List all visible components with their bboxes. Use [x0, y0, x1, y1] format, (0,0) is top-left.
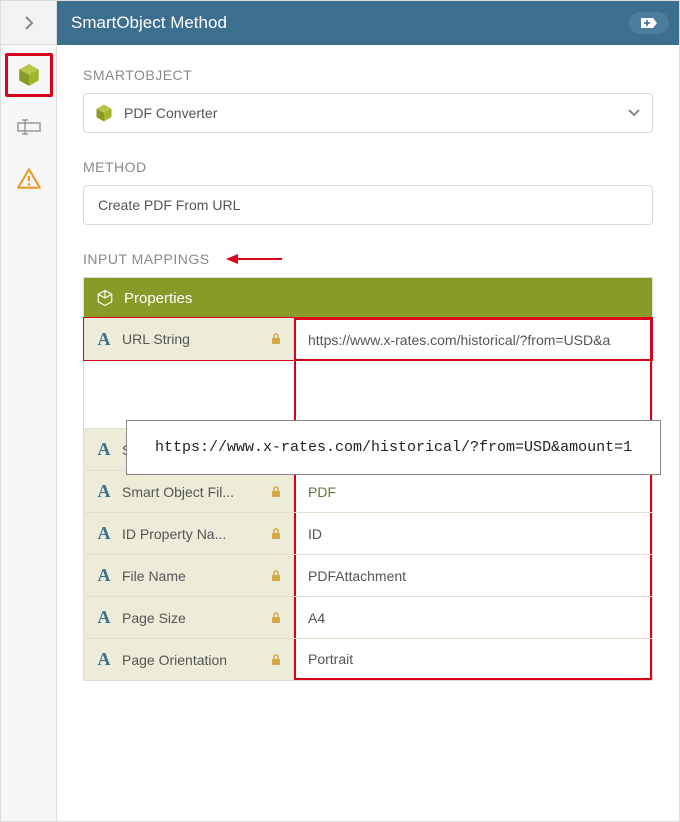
url-tooltip: https://www.x-rates.com/historical/?from…: [126, 420, 661, 475]
property-label-cell: A Smart Object Fil...: [84, 471, 294, 512]
lock-icon: [269, 485, 283, 499]
property-type-icon: A: [94, 439, 114, 460]
property-label: Page Size: [122, 610, 261, 626]
property-type-icon: A: [94, 481, 114, 502]
property-value-cell[interactable]: Portrait: [294, 639, 652, 680]
lock-icon: [269, 332, 283, 346]
panel-title: SmartObject Method: [71, 13, 227, 33]
property-value-cell[interactable]: A4: [294, 597, 652, 638]
property-label: File Name: [122, 568, 261, 584]
property-label: Page Orientation: [122, 652, 261, 668]
cube-outline-icon: [96, 289, 114, 307]
smartobject-value: PDF Converter: [124, 105, 626, 121]
cube-icon: [94, 103, 114, 123]
table-row: A ID Property Na... ID: [84, 512, 652, 554]
property-label-cell: A ID Property Na...: [84, 513, 294, 554]
sidebar-item-form-field[interactable]: [5, 105, 53, 149]
chevron-down-icon: [626, 104, 642, 123]
property-value-cell[interactable]: PDFAttachment: [294, 555, 652, 596]
table-row: A Smart Object Fil... PDF: [84, 470, 652, 512]
chevron-right-icon: [21, 15, 37, 31]
lock-icon: [269, 569, 283, 583]
property-type-icon: A: [94, 329, 114, 350]
property-type-icon: A: [94, 649, 114, 670]
lock-icon: [269, 653, 283, 667]
property-label-cell: A URL String: [84, 318, 294, 360]
main-panel: SmartObject Method SMARTOBJECT PDF Conve…: [57, 1, 679, 821]
sidebar: [1, 1, 57, 821]
plus-tag-icon: [639, 16, 659, 30]
add-button[interactable]: [629, 12, 669, 34]
property-type-icon: A: [94, 523, 114, 544]
mappings-header-text: Properties: [124, 290, 192, 307]
property-label: URL String: [122, 331, 261, 347]
smartobject-label: SMARTOBJECT: [83, 67, 653, 83]
property-type-icon: A: [94, 607, 114, 628]
method-input[interactable]: Create PDF From URL: [83, 185, 653, 225]
sidebar-collapse-button[interactable]: [1, 1, 56, 45]
property-label-cell: A File Name: [84, 555, 294, 596]
table-row: A Page Orientation Portrait: [84, 638, 652, 680]
textfield-icon: [16, 117, 42, 137]
property-label: Smart Object Fil...: [122, 484, 261, 500]
table-row: ASmart Object N...: [84, 360, 652, 428]
mappings-table-header: Properties: [84, 278, 652, 318]
sidebar-item-warning[interactable]: [5, 157, 53, 201]
panel-header: SmartObject Method: [57, 1, 679, 45]
mappings-label: INPUT MAPPINGS: [83, 251, 653, 267]
warning-icon: [16, 166, 42, 192]
property-label-cell: A Page Orientation: [84, 639, 294, 680]
table-row: A URL String https://www.x-rates.com/histo…: [84, 318, 652, 360]
sidebar-item-smartobject[interactable]: [5, 53, 53, 97]
table-row: A Page Size A4: [84, 596, 652, 638]
panel-content: SMARTOBJECT PDF Converter METHOD Create …: [57, 45, 679, 701]
property-value-cell[interactable]: [294, 361, 652, 428]
cube-icon: [16, 62, 42, 88]
arrow-left-annotation-icon: [226, 252, 282, 266]
property-type-icon: A: [94, 565, 114, 586]
table-row: A File Name PDFAttachment: [84, 554, 652, 596]
method-label: METHOD: [83, 159, 653, 175]
lock-icon: [269, 527, 283, 541]
lock-icon: [269, 611, 283, 625]
mappings-table: Properties A URL String https://www.x-rate…: [83, 277, 653, 681]
method-value: Create PDF From URL: [98, 197, 240, 213]
property-value-cell[interactable]: ID: [294, 513, 652, 554]
property-label: ID Property Na...: [122, 526, 261, 542]
smartobject-dropdown[interactable]: PDF Converter: [83, 93, 653, 133]
property-value-cell[interactable]: PDF: [294, 471, 652, 512]
property-label-cell: A Page Size: [84, 597, 294, 638]
property-value-cell[interactable]: https://www.x-rates.com/historical/?from…: [294, 318, 652, 360]
